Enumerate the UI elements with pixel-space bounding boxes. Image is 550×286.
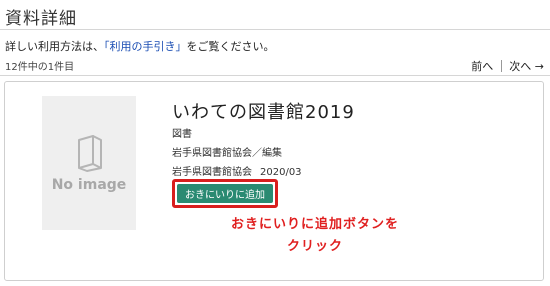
title-divider: [0, 29, 550, 30]
publisher: 岩手県図書館協会: [172, 167, 252, 178]
prev-link[interactable]: 前へ: [471, 58, 493, 74]
help-text-after: をご覧ください。: [186, 40, 275, 53]
next-link[interactable]: 次へ →: [509, 58, 544, 74]
annotation-line-2: クリック: [286, 239, 343, 254]
pagination-separator: [501, 60, 503, 72]
material-type: 図書: [172, 129, 192, 140]
favorite-button-highlight: おきにいりに追加: [172, 179, 278, 208]
annotation-line-1: おきにいりに追加ボタンを: [230, 217, 399, 232]
page-title: 資料詳細: [5, 9, 77, 29]
list-divider: [0, 75, 550, 76]
user-guide-link[interactable]: 「利用の手引き」: [104, 40, 187, 53]
no-image-label: No image: [51, 177, 127, 193]
help-text: 詳しい利用方法は、「利用の手引き」をご覧ください。: [5, 38, 275, 54]
pagination: 前へ 次へ →: [471, 58, 544, 74]
help-text-before: 詳しい利用方法は、: [5, 40, 104, 53]
add-favorite-button[interactable]: おきにいりに追加: [177, 184, 273, 203]
publish-date: 2020/03: [260, 167, 302, 178]
result-count: 12件中の1件目: [5, 62, 75, 73]
record-title: いわての図書館2019: [172, 102, 355, 123]
record-card: No image いわての図書館2019 図書 岩手県図書館協会／編集 岩手県図…: [4, 81, 544, 281]
cover-placeholder: No image: [42, 96, 136, 230]
book-icon: [78, 135, 102, 172]
record-author: 岩手県図書館協会／編集: [172, 148, 282, 159]
publication-info: 岩手県図書館協会 2020/03: [172, 163, 302, 178]
